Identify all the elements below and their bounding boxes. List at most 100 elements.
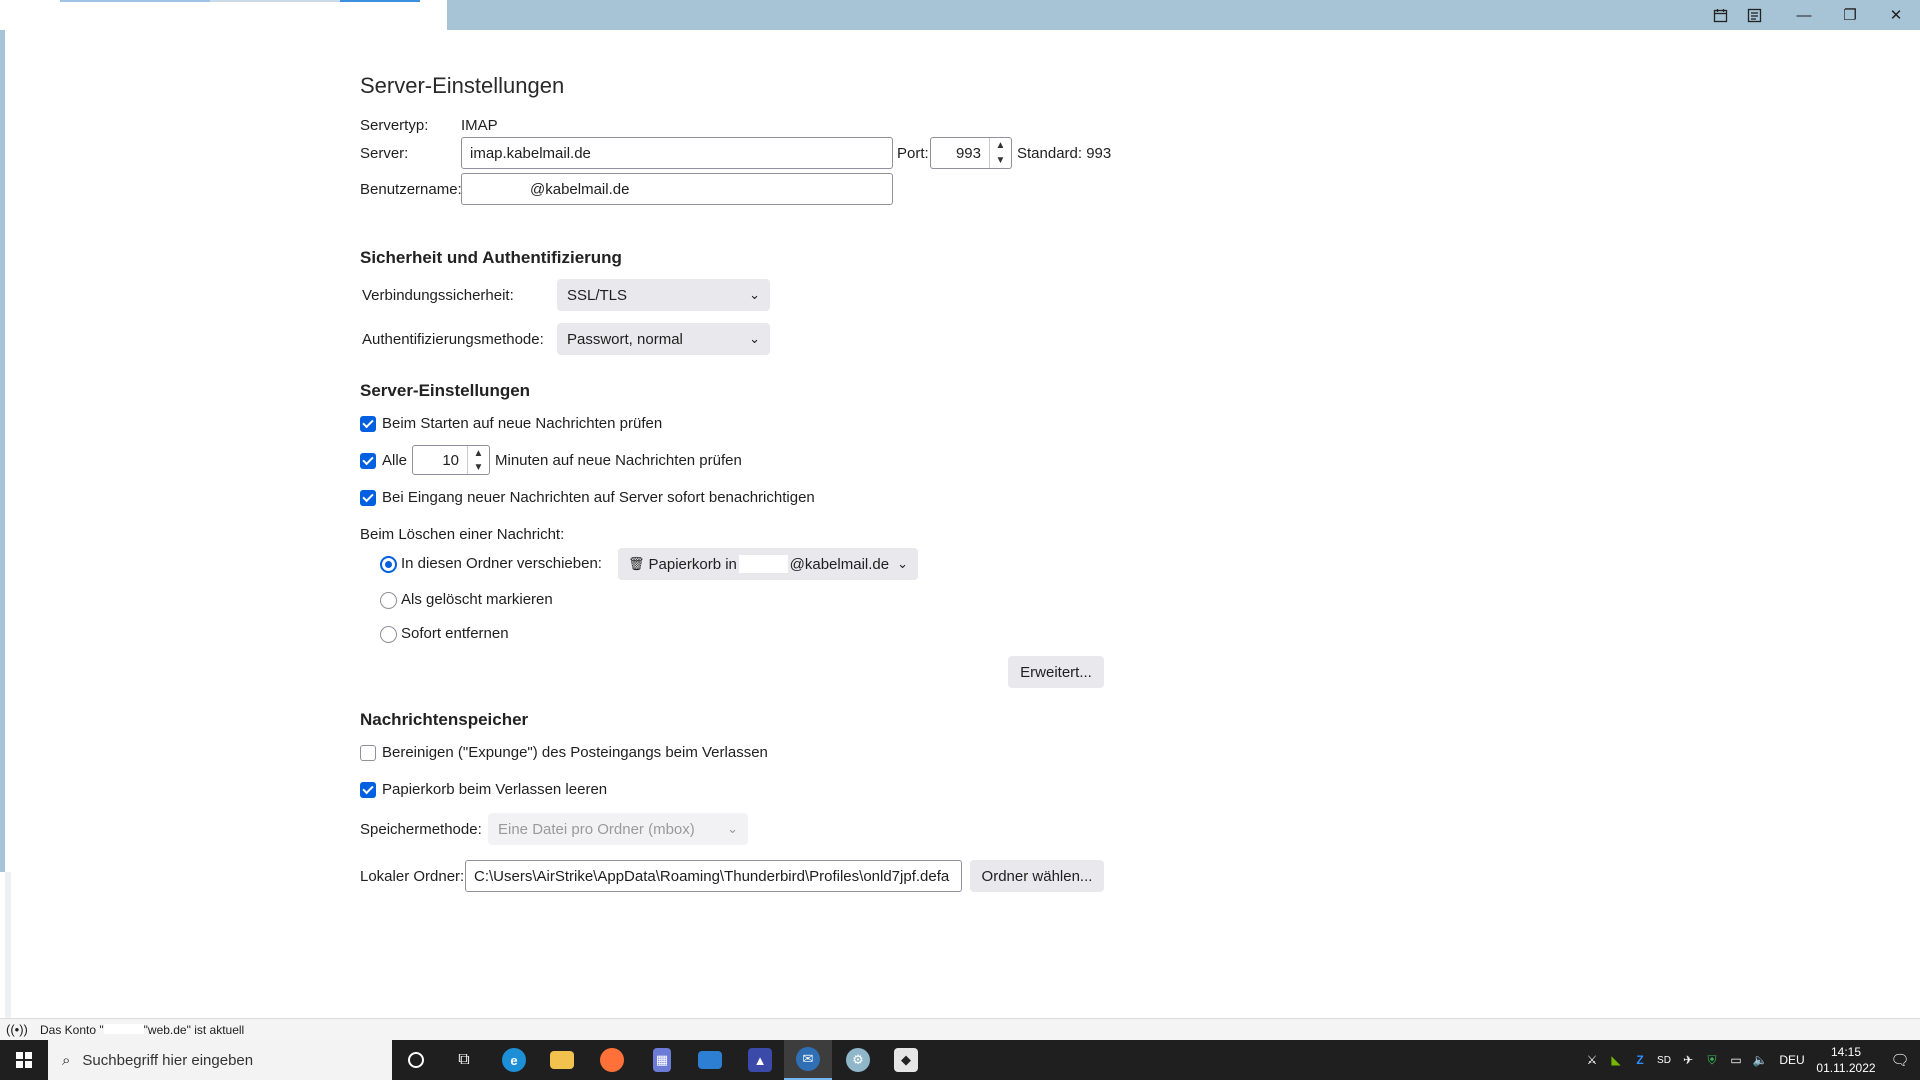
check-on-start-checkbox[interactable] (360, 416, 376, 432)
redacted-area (103, 1023, 144, 1034)
restore-button[interactable]: ❐ (1827, 0, 1873, 30)
chevron-down-icon: ⌄ (727, 821, 738, 836)
chevron-down-icon[interactable]: ▼ (468, 460, 489, 474)
chevron-up-icon[interactable]: ▲ (468, 446, 489, 460)
page-title: Server-Einstellungen (360, 73, 565, 98)
tasks-icon[interactable] (1743, 4, 1765, 26)
sidebar-edge (5, 872, 11, 1018)
nvidia-icon[interactable]: ◣ (1604, 1053, 1628, 1067)
start-button[interactable] (0, 1040, 48, 1080)
check-interval-spinner[interactable]: 10 ▲ ▼ (412, 445, 490, 475)
online-status-icon[interactable]: ((•)) (6, 1022, 28, 1037)
server-type-value: IMAP (461, 117, 498, 134)
cortana-icon[interactable] (392, 1040, 440, 1080)
expunge-checkbox[interactable] (360, 745, 376, 761)
tab-indicator[interactable] (210, 0, 340, 2)
username-label: Benutzername: (360, 181, 462, 198)
title-bar: — ❐ ✕ (0, 0, 1920, 30)
trash-folder-suffix: @kabelmail.de (789, 555, 890, 573)
search-placeholder: Suchbegriff hier eingeben (82, 1051, 254, 1069)
server-input[interactable]: imap.kabelmail.de (461, 137, 893, 169)
check-on-start-label[interactable]: Beim Starten auf neue Nachrichten prüfen (382, 415, 662, 432)
chevron-up-icon[interactable]: ▲ (990, 138, 1011, 153)
expunge-label[interactable]: Bereinigen ("Expunge") des Posteingangs … (382, 744, 768, 761)
check-interval-value[interactable]: 10 (413, 446, 467, 474)
delete-move-radio[interactable] (380, 556, 397, 573)
delete-remove-label[interactable]: Sofort entfernen (401, 625, 509, 642)
network-off-icon[interactable]: ✈ (1676, 1053, 1700, 1067)
sd-card-icon[interactable]: SD (1652, 1055, 1676, 1066)
chevron-down-icon[interactable]: ▼ (990, 153, 1011, 168)
sidebar-edge (0, 30, 5, 872)
auth-method-select[interactable]: Passwort, normal ⌄ (557, 323, 770, 355)
push-notify-label[interactable]: Bei Eingang neuer Nachrichten auf Server… (382, 489, 815, 506)
chevron-down-icon: ⌄ (749, 331, 760, 346)
connection-security-select[interactable]: SSL/TLS ⌄ (557, 279, 770, 311)
tab-indicator-active[interactable] (340, 0, 420, 2)
chevron-down-icon: ⌄ (897, 556, 908, 571)
tray-app-icon[interactable]: ⚔ (1580, 1053, 1604, 1067)
firefox-icon[interactable] (588, 1040, 636, 1080)
control-panel-icon[interactable] (686, 1040, 734, 1080)
port-spinner[interactable]: 993 ▲ ▼ (930, 137, 1012, 169)
delete-behavior-label: Beim Löschen einer Nachricht: (360, 526, 565, 543)
trash-folder-select[interactable]: 🗑 Papierkorb in @kabelmail.de ⌄ (618, 548, 918, 580)
volume-icon[interactable]: 🔈 (1748, 1053, 1772, 1067)
task-view-icon[interactable]: ⧉ (440, 1040, 488, 1080)
notification-icon[interactable]: 🗨 (1880, 1051, 1920, 1069)
check-every-label[interactable]: Alle (382, 452, 407, 469)
connection-security-value: SSL/TLS (567, 286, 628, 304)
calculator-icon[interactable]: ▦ (638, 1040, 686, 1080)
local-folder-input[interactable]: C:\Users\AirStrike\AppData\Roaming\Thund… (465, 860, 962, 892)
advanced-button[interactable]: Erweitert... (1008, 656, 1104, 688)
status-text: Das Konto " "web.de" ist aktuell (40, 1022, 245, 1037)
empty-trash-label[interactable]: Papierkorb beim Verlassen leeren (382, 781, 607, 798)
server-type-label: Servertyp: (360, 117, 429, 134)
monitor-icon[interactable]: ▭ (1724, 1053, 1748, 1067)
taskbar-search[interactable]: ⌕ Suchbegriff hier eingeben (48, 1040, 392, 1080)
server-options-heading: Server-Einstellungen (360, 381, 531, 400)
close-button[interactable]: ✕ (1873, 0, 1919, 30)
empty-trash-checkbox[interactable] (360, 782, 376, 798)
tab-indicator[interactable] (60, 0, 210, 2)
delete-mark-label[interactable]: Als gelöscht markieren (401, 591, 553, 608)
username-input[interactable]: @kabelmail.de (461, 173, 893, 205)
settings-app-icon[interactable]: ⚙ (834, 1040, 882, 1080)
server-label: Server: (360, 145, 409, 162)
connection-security-label: Verbindungssicherheit: (362, 287, 514, 304)
clock[interactable]: 14:15 01.11.2022 (1812, 1044, 1880, 1076)
thunderbird-icon[interactable]: ✉ (784, 1040, 832, 1080)
search-icon: ⌕ (62, 1051, 71, 1069)
storage-method-select: Eine Datei pro Ordner (mbox) ⌄ (488, 813, 748, 845)
choose-folder-button[interactable]: Ordner wählen... (970, 860, 1104, 892)
minimize-button[interactable]: — (1781, 0, 1827, 30)
edge-icon[interactable]: e (490, 1040, 538, 1080)
chevron-down-icon: ⌄ (749, 287, 760, 302)
port-standard: Standard: 993 (1017, 145, 1112, 162)
auth-method-label: Authentifizierungsmethode: (362, 331, 544, 348)
tab-strip (0, 0, 447, 30)
file-explorer-icon[interactable] (538, 1040, 586, 1080)
delete-move-label[interactable]: In diesen Ordner verschieben: (401, 555, 602, 572)
delete-remove-radio[interactable] (380, 626, 397, 643)
security-shield-icon[interactable]: ⛨ (1700, 1053, 1724, 1068)
status-bar: ((•)) Das Konto " "web.de" ist aktuell (0, 1018, 1920, 1040)
clock-time: 14:15 (1830, 1045, 1862, 1059)
local-folder-label: Lokaler Ordner: (360, 868, 465, 885)
trash-folder-prefix: Papierkorb in (648, 555, 737, 573)
port-value[interactable]: 993 (931, 138, 989, 168)
delete-mark-radio[interactable] (380, 592, 397, 609)
language-indicator[interactable]: DEU (1772, 1053, 1812, 1067)
push-notify-checkbox[interactable] (360, 490, 376, 506)
clock-date: 01.11.2022 (1816, 1061, 1876, 1075)
port-label: Port: (897, 145, 929, 162)
check-every-checkbox[interactable] (360, 453, 376, 469)
security-heading: Sicherheit und Authentifizierung (360, 248, 622, 267)
calendar-icon[interactable] (1709, 4, 1731, 26)
zoom-icon[interactable]: Z (1628, 1053, 1652, 1067)
storage-method-value: Eine Datei pro Ordner (mbox) (498, 820, 695, 838)
app-icon[interactable]: ▲ (736, 1040, 784, 1080)
redacted-area (738, 555, 788, 573)
storage-method-label: Speichermethode: (360, 821, 482, 838)
roblox-icon[interactable]: ◆ (882, 1040, 930, 1080)
